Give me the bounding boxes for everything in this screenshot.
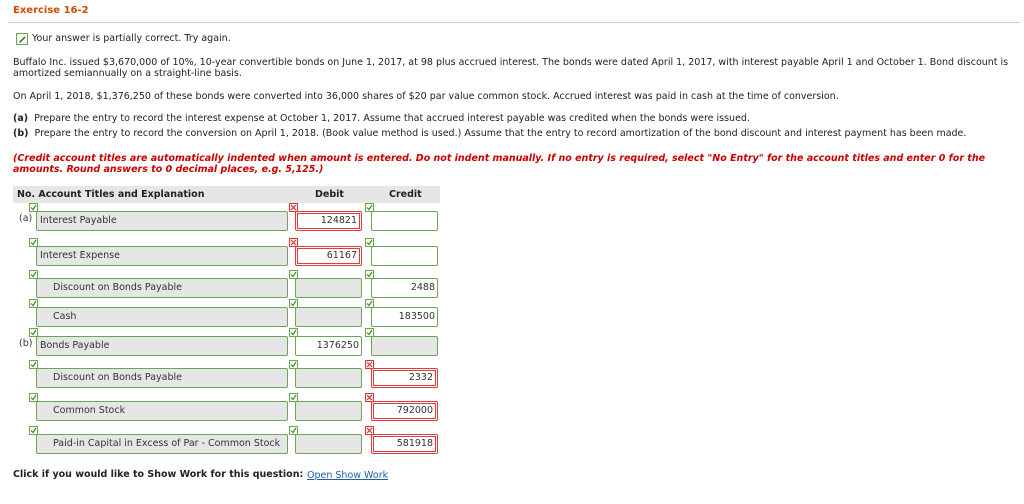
part-a-instruction: (a) Prepare the entry to record the inte… [13,113,750,124]
account-title-field[interactable]: Discount on Bonds Payable [36,278,288,298]
credit-field[interactable] [371,336,438,356]
credit-field[interactable]: 183500 [371,307,438,327]
account-title-field[interactable]: Interest Expense [36,246,288,266]
show-work-prompt: Click if you would like to Show Work for… [13,469,304,480]
part-a-label: (a) [13,113,29,124]
exercise-title: Exercise 16-2 [13,5,89,16]
partially-correct-icon [16,33,28,45]
credit-field[interactable] [371,246,438,266]
header-account: No. Account Titles and Explanation [17,189,205,200]
credit-field[interactable]: 2332 [371,368,438,388]
part-b-label: (b) [13,128,29,139]
debit-field[interactable] [295,307,362,327]
account-title-field[interactable]: Discount on Bonds Payable [36,368,288,388]
account-title-field[interactable]: Bonds Payable [36,336,288,356]
status-message: Your answer is partially correct. Try ag… [32,33,231,44]
part-b-text: Prepare the entry to record the conversi… [34,128,967,139]
debit-field[interactable] [295,368,362,388]
divider [8,22,1020,23]
problem-text: Buffalo Inc. issued $3,670,000 of 10%, 1… [13,57,1009,79]
debit-field[interactable] [295,278,362,298]
header-credit: Credit [389,189,422,200]
account-title-field[interactable]: Paid-in Capital in Excess of Par - Commo… [36,434,288,454]
credit-field[interactable]: 792000 [371,401,438,421]
credit-field[interactable]: 2488 [371,278,438,298]
part-label-b: (b) [19,338,33,349]
instructions-note: (Credit account titles are automatically… [13,153,986,175]
part-label-a: (a) [19,213,33,224]
account-title-field[interactable]: Interest Payable [36,211,288,231]
credit-field[interactable] [371,211,438,231]
header-debit: Debit [315,189,344,200]
debit-field[interactable]: 1376250 [295,336,362,356]
table-header: No. Account Titles and Explanation Debit… [13,186,440,203]
account-title-field[interactable]: Common Stock [36,401,288,421]
debit-field[interactable]: 61167 [295,246,362,266]
credit-field[interactable]: 581918 [371,434,438,454]
part-a-text: Prepare the entry to record the interest… [34,113,750,124]
open-show-work-link[interactable]: Open Show Work [307,470,388,481]
conversion-text: On April 1, 2018, $1,376,250 of these bo… [13,91,839,102]
debit-field[interactable]: 124821 [295,211,362,231]
part-b-instruction: (b) Prepare the entry to record the conv… [13,128,966,139]
debit-field[interactable] [295,434,362,454]
account-title-field[interactable]: Cash [36,307,288,327]
debit-field[interactable] [295,401,362,421]
